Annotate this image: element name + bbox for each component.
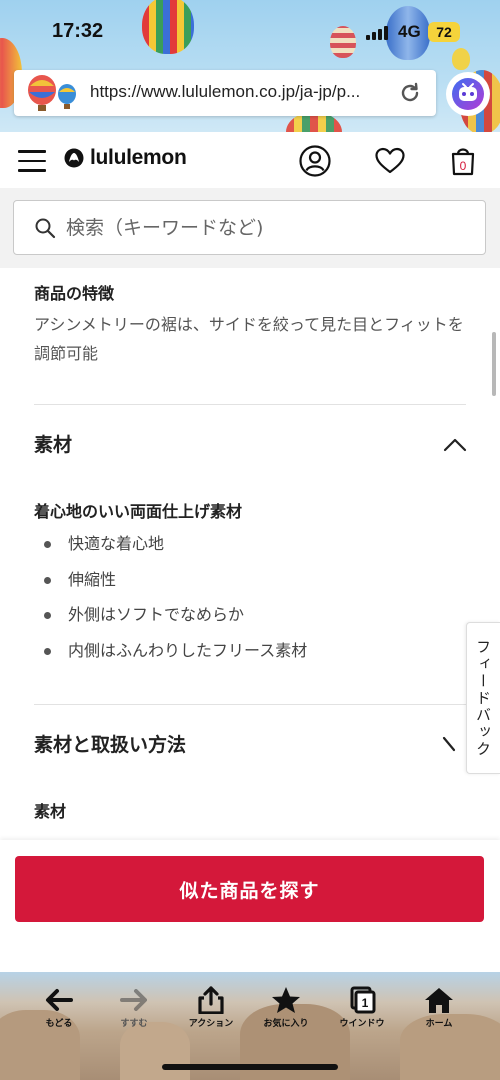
product-details: 商品の特徴 アシンメトリーの裾は、サイドを絞って見た目とフィットを調節可能 素材…	[0, 268, 500, 840]
material-bullet-list: 快適な着心地 伸縮性 外側はソフトでなめらか 内側はふんわりしたフリース素材	[44, 532, 307, 674]
features-title: 商品の特徴	[34, 284, 115, 303]
list-item: 外側はソフトでなめらか	[44, 603, 307, 639]
windows-icon: 1	[350, 986, 376, 1014]
care-accordion-title[interactable]: 素材と取扱い方法	[34, 730, 186, 757]
reload-icon[interactable]	[398, 81, 422, 105]
share-icon	[198, 986, 224, 1014]
back-label: もどる	[45, 1019, 73, 1029]
site-favicon-icon	[28, 75, 76, 111]
divider	[34, 404, 466, 405]
search-box[interactable]	[13, 200, 486, 255]
rock-decoration	[120, 1022, 190, 1080]
url-bar[interactable]: https://www.lululemon.co.jp/ja-jp/p...	[14, 70, 436, 116]
arrow-right-icon	[120, 989, 147, 1011]
arrow-left-icon	[46, 989, 73, 1011]
home-button[interactable]: ホーム	[409, 986, 469, 1029]
search-icon	[35, 218, 56, 239]
home-label: ホーム	[425, 1019, 453, 1029]
home-icon	[425, 988, 453, 1013]
material-accordion-title[interactable]: 素材	[34, 430, 72, 457]
forward-button[interactable]: すすむ	[104, 986, 164, 1029]
battery-indicator: 72	[428, 22, 460, 42]
bag-count: 0	[460, 159, 467, 173]
list-item: 快適な着心地	[44, 532, 307, 568]
list-item: 伸縮性	[44, 568, 307, 604]
window-label: ウインドウ	[339, 1019, 385, 1029]
search-area	[0, 188, 500, 268]
forward-label: すすむ	[120, 1019, 148, 1029]
home-indicator[interactable]	[162, 1064, 338, 1070]
account-icon[interactable]	[298, 144, 332, 178]
signal-icon	[366, 26, 388, 40]
chevron-icon[interactable]	[442, 736, 456, 752]
hamburger-icon[interactable]	[18, 150, 46, 172]
network-type: 4G	[398, 22, 421, 41]
status-time: 17:32	[52, 20, 104, 42]
divider	[34, 704, 466, 705]
site-logo[interactable]: lululemon	[64, 146, 187, 170]
cta-area: 似た商品を探す	[0, 840, 500, 972]
assistant-button[interactable]	[446, 72, 490, 116]
star-icon	[272, 987, 300, 1013]
logo-text: lululemon	[90, 146, 187, 169]
scrollbar[interactable]	[492, 332, 496, 396]
search-input[interactable]	[66, 211, 466, 245]
window-button[interactable]: 1 ウインドウ	[332, 986, 392, 1029]
favorites-button[interactable]: お気に入り	[256, 986, 316, 1029]
action-button[interactable]: アクション	[181, 986, 241, 1029]
back-button[interactable]: もどる	[29, 986, 89, 1029]
browser-toolbar: もどる すすむ アクション お気に入り 1 ウインドウ ホーム	[0, 972, 500, 1080]
chevron-up-icon[interactable]	[443, 438, 467, 452]
status-bar: 17:32 4G 72	[0, 18, 500, 50]
heart-icon[interactable]	[373, 144, 407, 178]
material-subtitle: 着心地のいい両面仕上げ素材	[34, 502, 243, 521]
balloon-decoration	[452, 48, 470, 70]
favorites-label: お気に入り	[263, 1019, 309, 1029]
feedback-tab[interactable]: フィードバック	[466, 622, 500, 774]
features-text: アシンメトリーの裾は、サイドを絞って見た目とフィットを調節可能	[34, 315, 464, 363]
lululemon-logo-icon	[64, 148, 84, 168]
url-text: https://www.lululemon.co.jp/ja-jp/p...	[90, 82, 361, 101]
care-subtitle: 素材	[34, 802, 67, 821]
list-item: 内側はふんわりしたフリース素材	[44, 639, 307, 675]
feedback-label: フィードバック	[474, 638, 492, 758]
browser-top-bar: 17:32 4G 72 https://www.lululemon.co.jp/…	[0, 0, 500, 132]
assistant-bot-icon	[452, 78, 484, 110]
bag-icon[interactable]: 0	[446, 144, 480, 178]
find-similar-button[interactable]: 似た商品を探す	[15, 856, 484, 922]
site-header: lululemon 0	[0, 132, 500, 188]
window-count: 1	[362, 996, 369, 1010]
action-label: アクション	[188, 1019, 234, 1029]
